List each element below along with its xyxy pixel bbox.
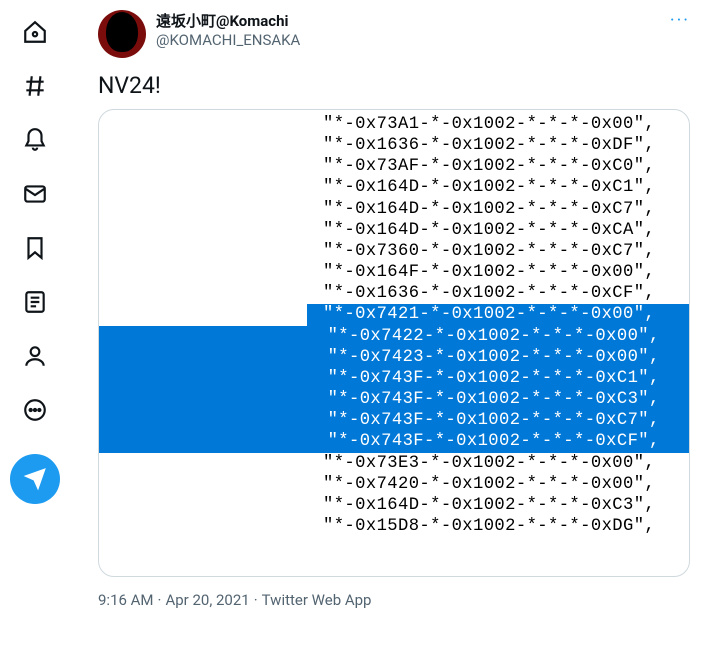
code-line: "*-0x7421-*-0x1002-*-*-*-0x00", [99,304,689,325]
sidebar-messages[interactable] [11,170,59,218]
code-line: "*-0x164D-*-0x1002-*-*-*-0xCA", [99,220,689,241]
code-line: "*-0x73E3-*-0x1002-*-*-*-0x00", [99,453,689,474]
messages-icon [22,181,48,207]
code-line: "*-0x743F-*-0x1002-*-*-*-0xC3", [99,389,689,410]
compose-button[interactable] [10,454,60,504]
sidebar-profile[interactable] [11,332,59,380]
tweet-detail: 遠坂小町@Komachi @KOMACHI_ENSAKA ··· NV24! "… [70,0,708,663]
code-line: "*-0x164F-*-0x1002-*-*-*-0x00", [99,262,689,283]
tweet-more-button[interactable]: ··· [670,10,690,31]
tweet-text: NV24! [98,72,690,99]
home-icon [22,19,48,45]
author-block[interactable]: 遠坂小町@Komachi @KOMACHI_ENSAKA [156,10,300,49]
notifications-icon [22,127,48,153]
code-line: "*-0x743F-*-0x1002-*-*-*-0xC1", [99,368,689,389]
tweet-meta: 9:16 AM·Apr 20, 2021·Twitter Web App [98,591,690,609]
display-name: 遠坂小町@Komachi [156,10,300,31]
tweet-date[interactable]: Apr 20, 2021 [165,591,249,609]
sidebar-more[interactable] [11,386,59,434]
app-root: 遠坂小町@Komachi @KOMACHI_ENSAKA ··· NV24! "… [0,0,708,663]
lists-icon [22,289,48,315]
code-line: "*-0x73AF-*-0x1002-*-*-*-0xC0", [99,156,689,177]
tweet-time[interactable]: 9:16 AM [98,591,154,609]
code-line: "*-0x164D-*-0x1002-*-*-*-0xC7", [99,199,689,220]
code-line: "*-0x1636-*-0x1002-*-*-*-0xCF", [99,283,689,304]
sidebar-lists[interactable] [11,278,59,326]
tweet-source[interactable]: Twitter Web App [262,591,372,609]
code-line: "*-0x15D8-*-0x1002-*-*-*-0xDG", [99,516,689,537]
sidebar-home[interactable] [11,8,59,56]
code-line: "*-0x1636-*-0x1002-*-*-*-0xDF", [99,135,689,156]
sidebar-explore[interactable] [11,62,59,110]
tweet-media[interactable]: "*-0x73A1-*-0x1002-*-*-*-0x00","*-0x1636… [98,109,690,577]
code-line: "*-0x164D-*-0x1002-*-*-*-0xC3", [99,495,689,516]
code-line: "*-0x7360-*-0x1002-*-*-*-0xC7", [99,241,689,262]
tweet-header: 遠坂小町@Komachi @KOMACHI_ENSAKA ··· [98,10,690,58]
code-line: "*-0x7423-*-0x1002-*-*-*-0x00", [99,347,689,368]
more-icon [22,397,48,423]
bookmarks-icon [22,235,48,261]
code-line: "*-0x7420-*-0x1002-*-*-*-0x00", [99,474,689,495]
code-line: "*-0x7422-*-0x1002-*-*-*-0x00", [99,326,689,347]
handle: @KOMACHI_ENSAKA [156,31,300,49]
sidebar-notifications[interactable] [11,116,59,164]
code-line: "*-0x73A1-*-0x1002-*-*-*-0x00", [99,114,689,135]
code-line: "*-0x743F-*-0x1002-*-*-*-0xC7", [99,410,689,431]
sidebar [0,0,70,663]
code-line: "*-0x743F-*-0x1002-*-*-*-0xCF", [99,431,689,452]
code-line: "*-0x164D-*-0x1002-*-*-*-0xC1", [99,177,689,198]
explore-icon [22,73,48,99]
avatar[interactable] [98,10,146,58]
compose-icon [23,467,47,491]
code-screenshot: "*-0x73A1-*-0x1002-*-*-*-0x00","*-0x1636… [99,114,689,537]
profile-icon [22,343,48,369]
sidebar-bookmarks[interactable] [11,224,59,272]
